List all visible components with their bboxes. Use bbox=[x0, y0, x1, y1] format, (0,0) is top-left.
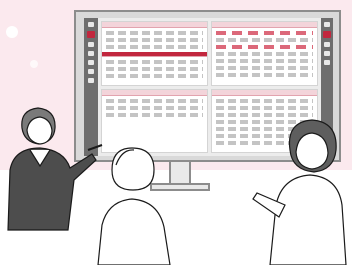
people-illustration bbox=[7, 107, 347, 265]
man-center-figure bbox=[97, 147, 171, 265]
woman-left-figure bbox=[7, 107, 103, 231]
woman-right-figure bbox=[252, 119, 347, 265]
